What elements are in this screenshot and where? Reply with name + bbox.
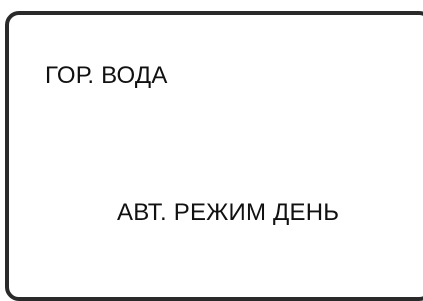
device-display-screen: ГОР. ВОДА АВТ. РЕЖИМ ДЕНЬ: [0, 0, 423, 301]
lcd-frame: [5, 11, 423, 301]
display-line-hot-water: ГОР. ВОДА: [45, 62, 168, 89]
display-line-mode: АВТ. РЕЖИМ ДЕНЬ: [117, 199, 340, 226]
